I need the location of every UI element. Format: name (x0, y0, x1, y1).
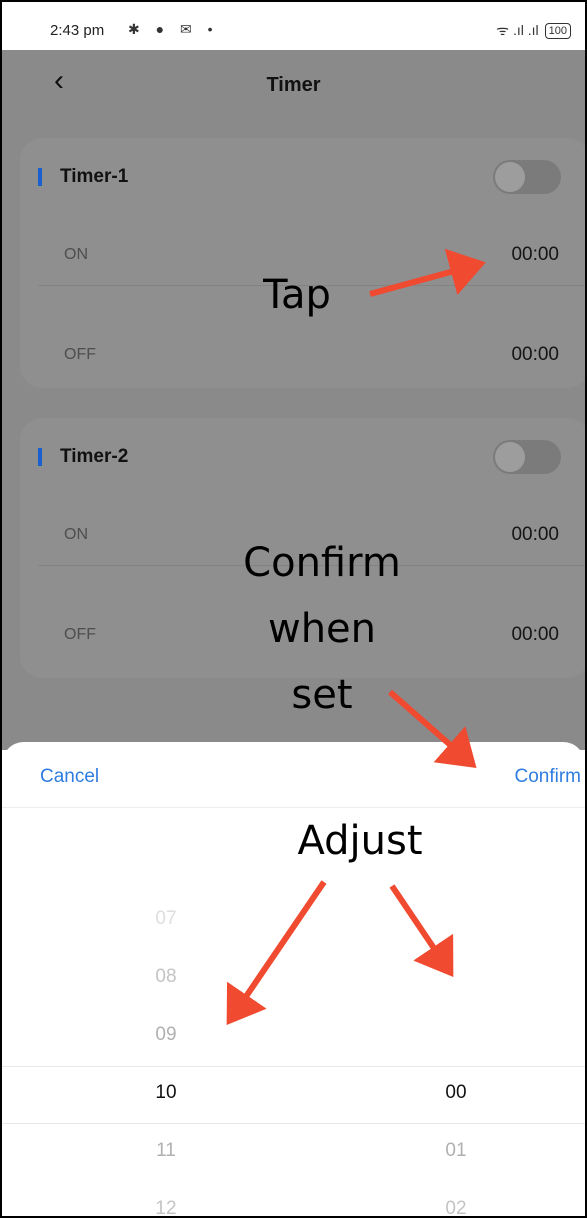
screenshot-frame: 2:43 pm ✱ ● ✉ • ᯤ .ıl .ıl 100 ‹ Timer Ti… (0, 0, 587, 1218)
adjust-minute-arrow (389, 884, 454, 977)
annotation-adjust: Adjust (297, 818, 423, 864)
annotation-confirm-line1: Confirm (243, 540, 401, 586)
annotation-tap: Tap (263, 272, 331, 318)
adjust-hour-arrow (226, 880, 327, 1025)
tap-arrow (369, 248, 486, 297)
annotation-confirm-line2: when (267, 606, 377, 652)
annotation-confirm-line3: set (291, 672, 353, 718)
